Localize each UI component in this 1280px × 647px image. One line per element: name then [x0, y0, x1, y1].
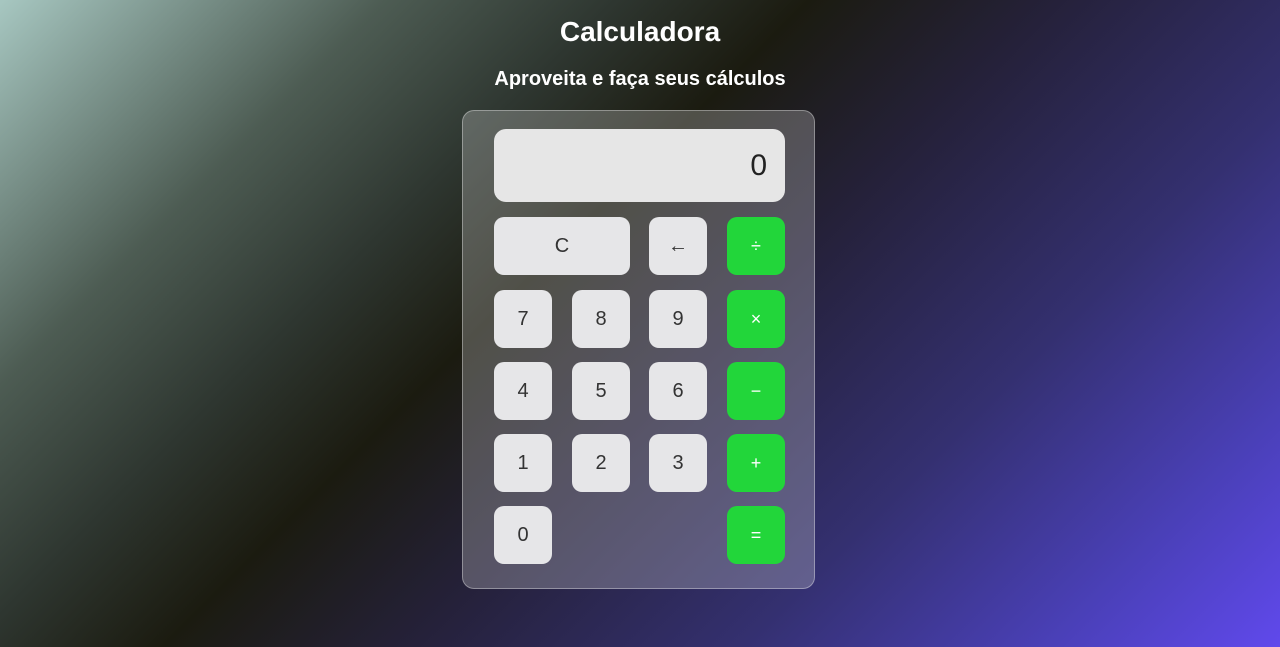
digit-2-button[interactable]: 2 [572, 434, 630, 492]
digit-3-button[interactable]: 3 [649, 434, 707, 492]
digit-8-button[interactable]: 8 [572, 290, 630, 348]
subtract-button[interactable]: − [727, 362, 785, 420]
digit-9-button[interactable]: 9 [649, 290, 707, 348]
add-button[interactable]: + [727, 434, 785, 492]
digit-5-button[interactable]: 5 [572, 362, 630, 420]
calculator-panel: 0 C ← ÷ 7 8 9 × 4 5 6 − 1 2 3 + 0 = [462, 110, 815, 589]
page-subtitle: Aproveita e faça seus cálculos [494, 68, 786, 90]
multiply-button[interactable]: × [727, 290, 785, 348]
backspace-button[interactable]: ← [649, 217, 707, 275]
digit-7-button[interactable]: 7 [494, 290, 552, 348]
divide-button[interactable]: ÷ [727, 217, 785, 275]
calculator-display: 0 [494, 129, 785, 202]
digit-1-button[interactable]: 1 [494, 434, 552, 492]
digit-6-button[interactable]: 6 [649, 362, 707, 420]
clear-button[interactable]: C [494, 217, 630, 275]
digit-4-button[interactable]: 4 [494, 362, 552, 420]
page-title: Calculadora [559, 16, 721, 47]
digit-0-button[interactable]: 0 [494, 506, 552, 564]
equals-button[interactable]: = [727, 506, 785, 564]
